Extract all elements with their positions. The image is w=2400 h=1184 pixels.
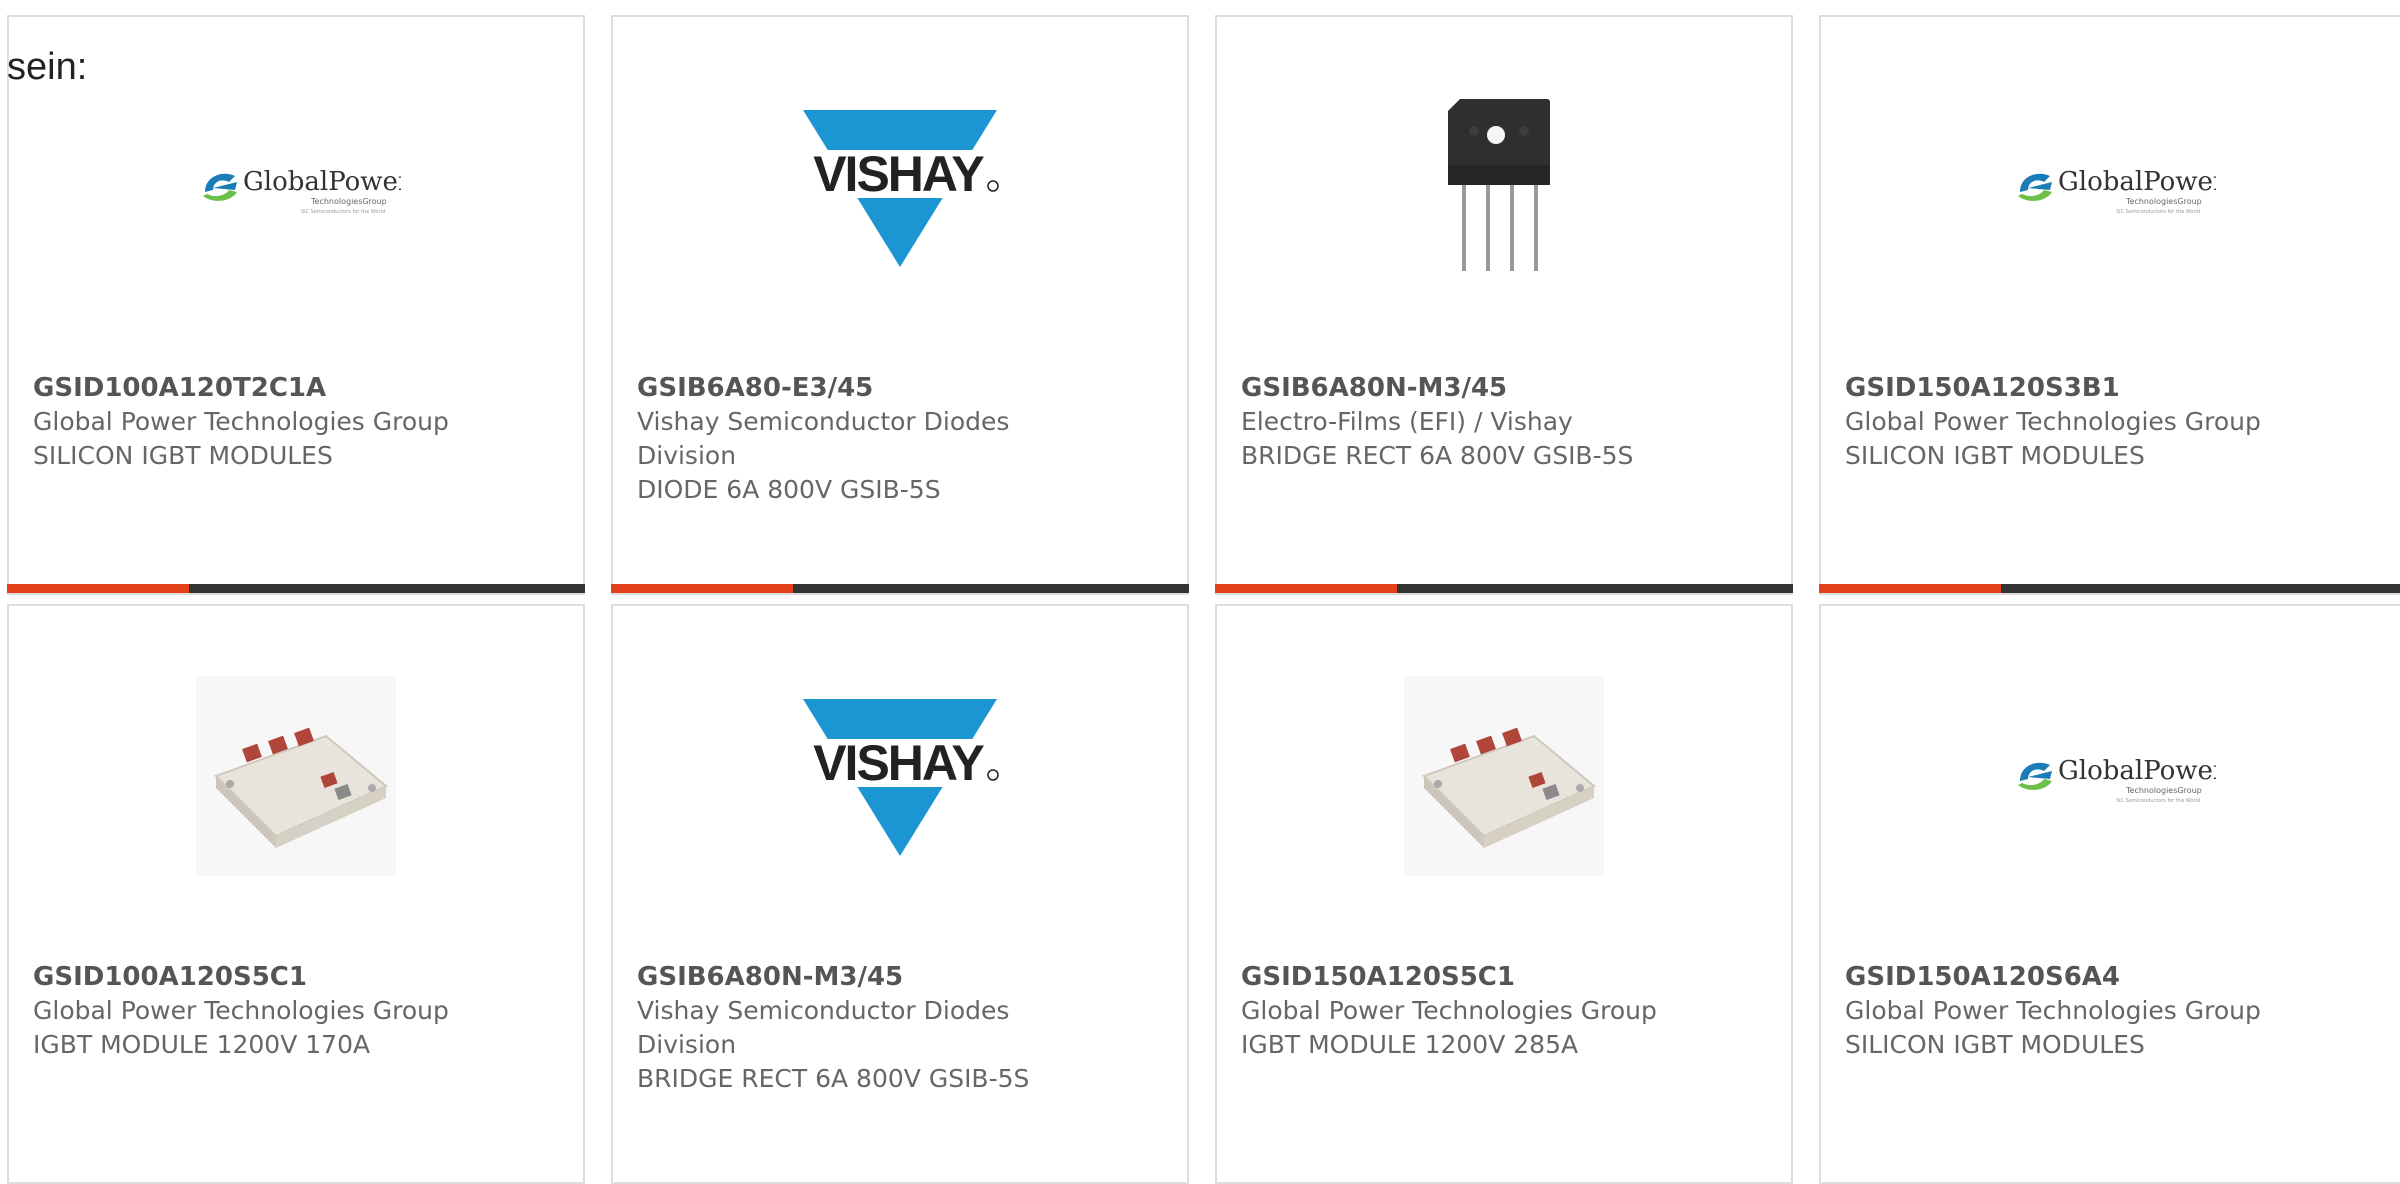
part-number[interactable]: GSIB6A80N-M3/45 [1241,371,1767,405]
part-number[interactable]: GSID100A120S5C1 [33,960,559,994]
svg-text:TechnologiesGroup: TechnologiesGroup [2125,197,2202,206]
product-info: GSIB6A80N-M3/45 Electro-Films (EFI) / Vi… [1241,371,1767,473]
product-description: DIODE 6A 800V GSIB-5S [637,475,941,504]
manufacturer: Global Power Technologies Group [33,407,449,436]
product-card[interactable]: GlobalPower TechnologiesGroup SiC Semico… [1819,15,2400,595]
product-card[interactable]: GSIB6A80N-M3/45 Electro-Films (EFI) / Vi… [1215,15,1793,595]
product-info: GSID150A120S3B1 Global Power Technologie… [1845,371,2376,473]
manufacturer: Vishay Semiconductor Diodes Division [637,996,1010,1059]
igbt-module-photo [186,676,406,876]
svg-text:VISHAY: VISHAY [813,146,984,202]
product-card[interactable]: GlobalPower TechnologiesGroup SiC Semico… [7,15,585,595]
card-bottom-bar [7,584,585,593]
svg-text:SiC Semiconductors for the Wor: SiC Semiconductors for the World [2116,209,2200,215]
part-number[interactable]: GSIB6A80N-M3/45 [637,960,1163,994]
part-number[interactable]: GSIB6A80-E3/45 [637,371,1163,405]
vishay-logo: VISHAY [790,87,1010,287]
product-description: IGBT MODULE 1200V 285A [1241,1030,1579,1059]
manufacturer: Vishay Semiconductor Diodes Division [637,407,1010,470]
card-bottom-bar [1215,584,1793,593]
manufacturer: Global Power Technologies Group [33,996,449,1025]
intro-text: sein: [7,46,88,88]
product-description: BRIDGE RECT 6A 800V GSIB-5S [637,1064,1030,1093]
svg-text:SiC Semiconductors for the Wor: SiC Semiconductors for the World [2116,798,2200,804]
svg-text:TechnologiesGroup: TechnologiesGroup [310,197,387,206]
product-card[interactable]: GSID100A120S5C1 Global Power Technologie… [7,604,585,1184]
card-accent-bar [7,584,189,593]
igbt-module-photo [1394,676,1614,876]
vishay-logo: VISHAY [790,676,1010,876]
product-card[interactable]: VISHAY GSIB6A80-E3/45 Vishay Semiconduct… [611,15,1189,595]
card-bottom-bar [611,584,1189,593]
globalpower-logo: GlobalPower TechnologiesGroup SiC Semico… [2001,87,2221,287]
part-number[interactable]: GSID150A120S3B1 [1845,371,2376,405]
card-accent-bar [611,584,793,593]
product-info: GSIB6A80-E3/45 Vishay Semiconductor Diod… [637,371,1163,507]
product-description: SILICON IGBT MODULES [1845,1030,2145,1059]
svg-text:GlobalPower: GlobalPower [2058,167,2216,197]
product-info: GSID100A120S5C1 Global Power Technologie… [33,960,559,1062]
part-number[interactable]: GSID150A120S5C1 [1241,960,1767,994]
product-description: SILICON IGBT MODULES [33,441,333,470]
product-description: SILICON IGBT MODULES [1845,441,2145,470]
card-accent-bar [1819,584,2001,593]
manufacturer: Global Power Technologies Group [1241,996,1657,1025]
svg-text:VISHAY: VISHAY [813,735,984,791]
product-info: GSIB6A80N-M3/45 Vishay Semiconductor Dio… [637,960,1163,1096]
svg-text:GlobalPower: GlobalPower [243,167,401,197]
card-bottom-bar [1819,584,2400,593]
svg-text:GlobalPower: GlobalPower [2058,756,2216,786]
product-info: GSID150A120S6A4 Global Power Technologie… [1845,960,2376,1062]
product-info: GSID150A120S5C1 Global Power Technologie… [1241,960,1767,1062]
product-info: GSID100A120T2C1A Global Power Technologi… [33,371,559,473]
globalpower-logo: GlobalPower TechnologiesGroup SiC Semico… [2001,676,2221,876]
manufacturer: Global Power Technologies Group [1845,996,2261,1025]
svg-text:TechnologiesGroup: TechnologiesGroup [2125,786,2202,795]
part-number[interactable]: GSID150A120S6A4 [1845,960,2376,994]
product-description: IGBT MODULE 1200V 170A [33,1030,371,1059]
product-card[interactable]: GlobalPower TechnologiesGroup SiC Semico… [1819,604,2400,1184]
manufacturer: Global Power Technologies Group [1845,407,2261,436]
product-card[interactable]: VISHAY GSIB6A80N-M3/45 Vishay Semiconduc… [611,604,1189,1184]
card-accent-bar [1215,584,1397,593]
svg-text:SiC Semiconductors for the Wor: SiC Semiconductors for the World [301,209,385,215]
part-number[interactable]: GSID100A120T2C1A [33,371,559,405]
manufacturer: Electro-Films (EFI) / Vishay [1241,407,1573,436]
product-card[interactable]: GSID150A120S5C1 Global Power Technologie… [1215,604,1793,1184]
globalpower-logo: GlobalPower TechnologiesGroup SiC Semico… [186,87,406,287]
bridge-rectifier-photo [1394,87,1614,287]
product-description: BRIDGE RECT 6A 800V GSIB-5S [1241,441,1634,470]
